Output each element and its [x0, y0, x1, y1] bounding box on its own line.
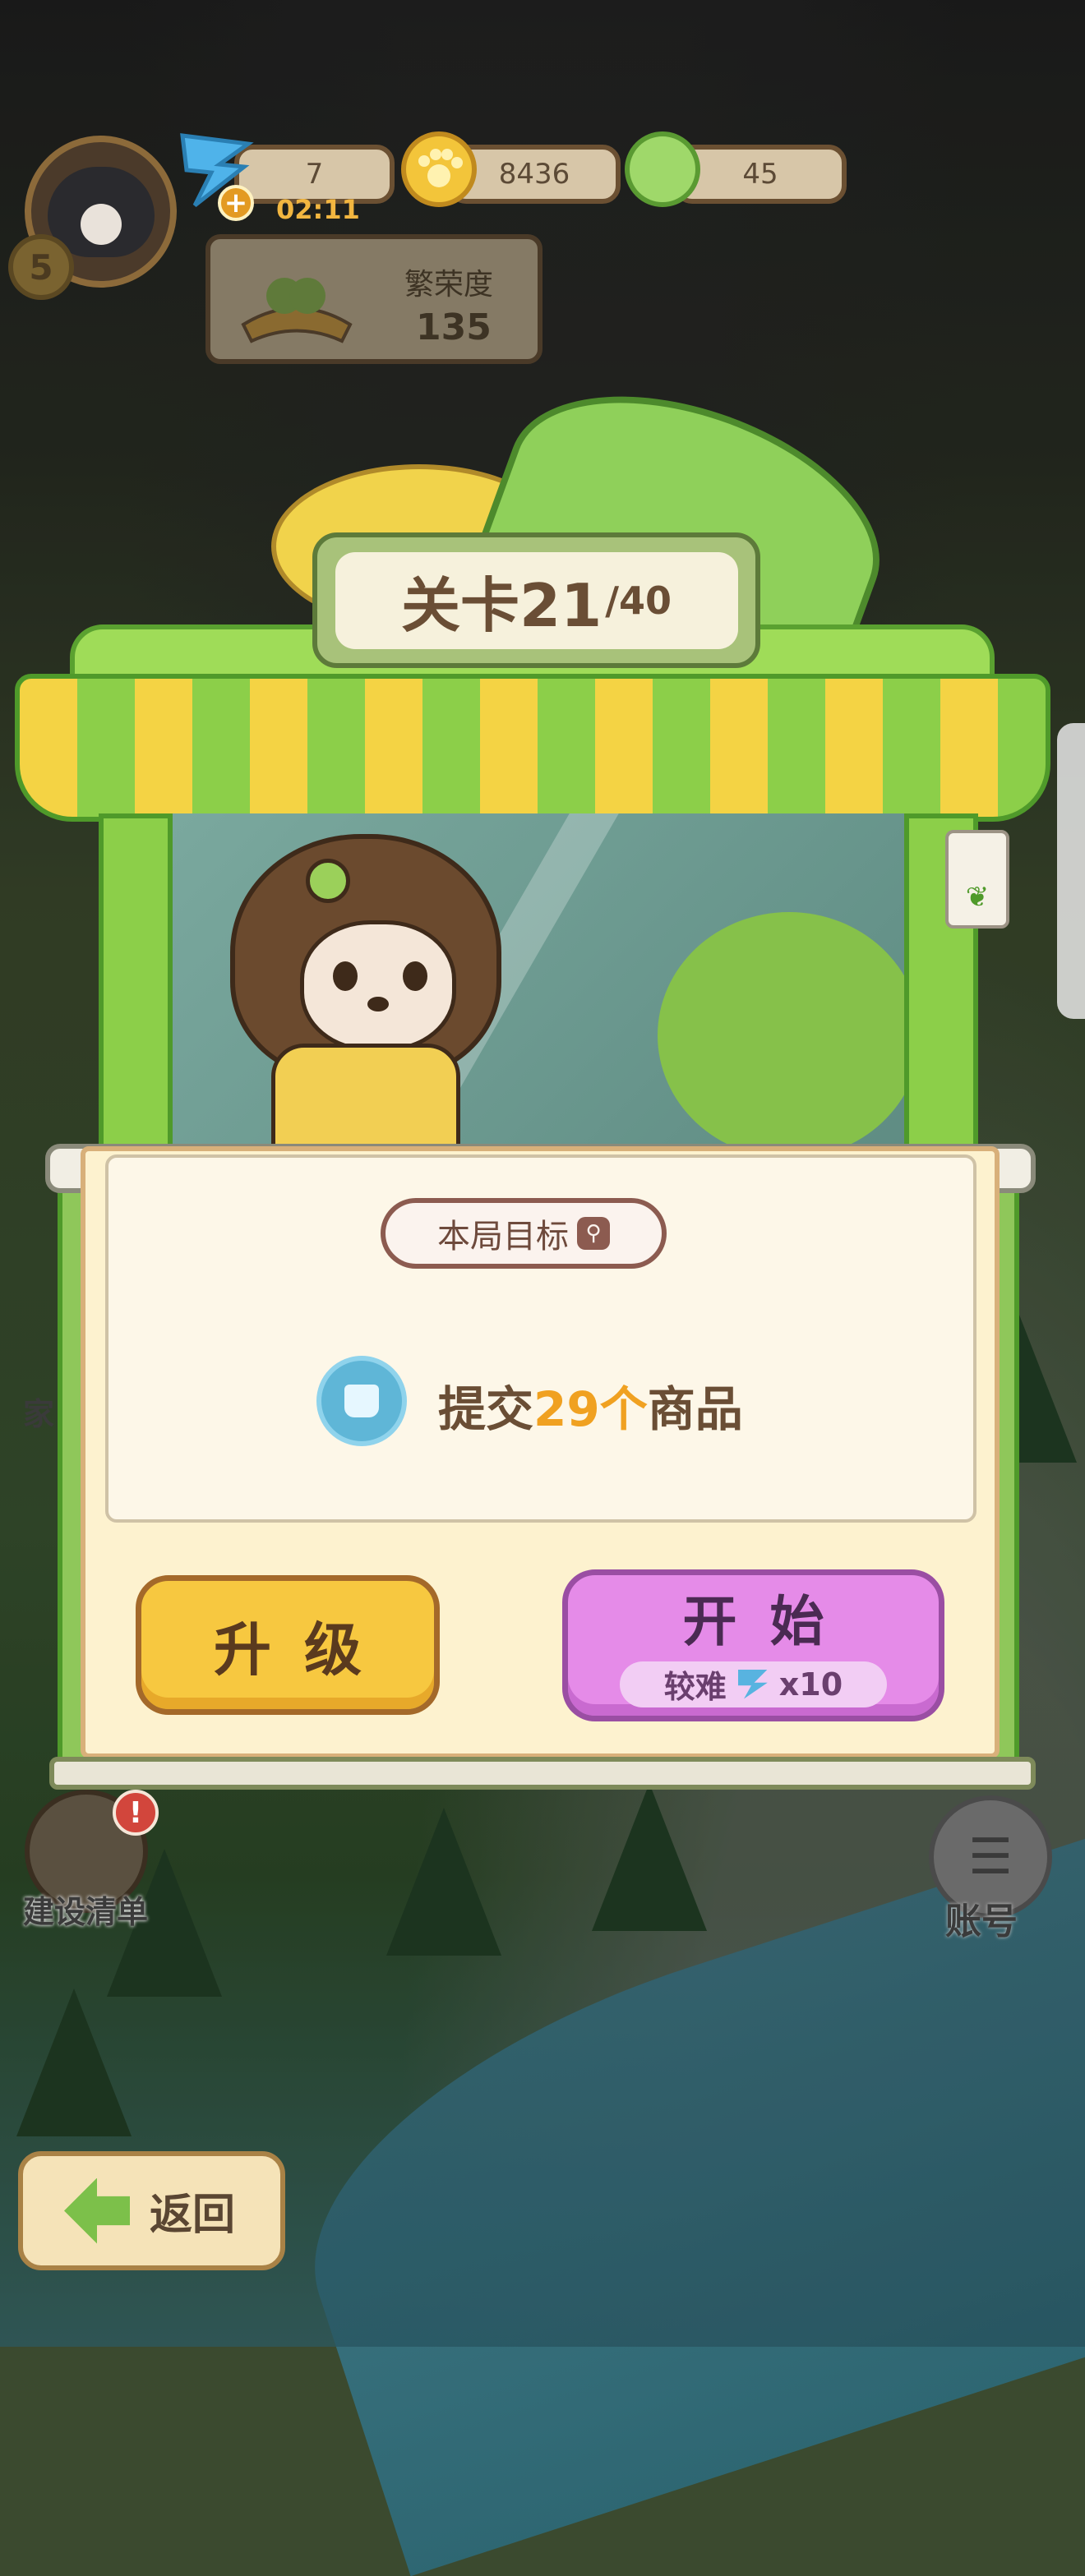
cabbage-icon	[625, 131, 700, 207]
start-button[interactable]: 开始 较难 x10	[562, 1569, 944, 1721]
lime-hairclip-icon	[306, 859, 350, 903]
stall-awning	[15, 674, 1050, 822]
prosperity-value: 135	[416, 306, 492, 348]
account-label[interactable]: 账号	[945, 1892, 1018, 1944]
energy-cost: x10	[778, 1666, 843, 1703]
sprout-icon	[235, 259, 358, 349]
character-nose	[367, 997, 389, 1012]
dog-character-face	[300, 920, 456, 1052]
leaf-tag-icon: ❦	[945, 830, 1009, 929]
shopping-bag-icon	[316, 1356, 407, 1446]
notification-badge: !	[113, 1790, 159, 1836]
character-eye	[403, 961, 427, 991]
player-level-badge: 5	[8, 234, 74, 300]
tree	[386, 1808, 501, 1956]
side-drawer-handle[interactable]	[1057, 723, 1085, 1019]
level-total: /40	[605, 578, 672, 623]
tree	[592, 1783, 707, 1931]
upgrade-button[interactable]: 升级	[136, 1575, 440, 1715]
prosperity-panel: 繁荣度 135	[205, 234, 542, 364]
magnifier-icon[interactable]: ⚲	[577, 1217, 610, 1250]
panel-base	[49, 1757, 1036, 1790]
goal-title-pill: 本局目标 ⚲	[381, 1198, 667, 1269]
start-label: 开始	[682, 1589, 857, 1653]
start-cost-pill: 较难 x10	[620, 1661, 887, 1707]
back-label: 返回	[150, 2191, 236, 2240]
add-energy-button[interactable]: +	[218, 185, 254, 221]
goal-title: 本局目标	[437, 1218, 569, 1256]
energy-cost-icon	[737, 1669, 768, 1699]
home-menu-label[interactable]: 家	[23, 1389, 54, 1434]
build-list-label[interactable]: 建设清单	[23, 1887, 148, 1932]
tree	[16, 1988, 132, 2136]
plant-decoration	[658, 912, 921, 1159]
goal-count: 29个	[533, 1381, 648, 1437]
goal-description: 提交29个商品	[438, 1381, 743, 1437]
energy-timer: 02:11	[276, 194, 360, 225]
character-eye	[333, 961, 358, 991]
back-button[interactable]: 返回	[18, 2151, 285, 2270]
back-arrow-icon	[64, 2177, 130, 2244]
stall-post-left	[99, 813, 173, 1159]
paw-coin-icon	[401, 131, 477, 207]
level-number: 关卡21	[400, 571, 603, 640]
character-body	[271, 1044, 460, 1159]
difficulty-label: 较难	[663, 1669, 727, 1705]
prosperity-label: 繁荣度	[404, 268, 494, 302]
level-plaque: 关卡21/40	[312, 532, 760, 668]
